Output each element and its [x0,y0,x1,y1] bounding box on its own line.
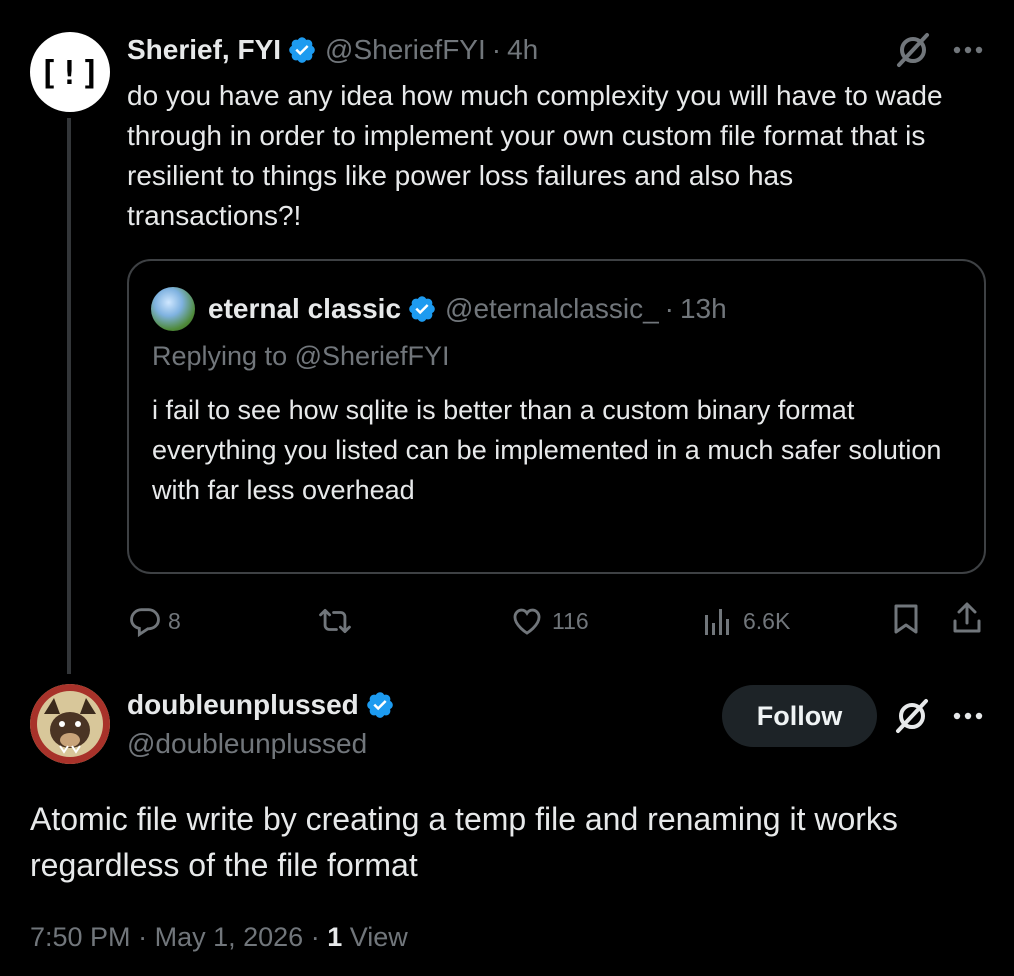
quote-text: i fail to see how sqlite is better than … [152,390,962,510]
tweet-meta: 7:50 PM · May 1, 2026 · 1 View [30,922,408,953]
reply-button[interactable]: 8 [128,603,181,639]
like-icon [510,604,544,638]
tweet-date[interactable]: May 1, 2026 [155,922,304,952]
bookmark-icon [892,603,920,640]
follow-button[interactable]: Follow [722,685,877,747]
views-icon [703,605,733,637]
like-count: 116 [552,607,589,634]
main-avatar[interactable] [30,684,110,764]
reply-icon [128,604,162,638]
verified-badge-icon [365,690,395,720]
thread-line [67,118,71,674]
quote-author-name[interactable]: eternal classic [208,293,401,325]
like-button[interactable]: 116 [510,603,589,639]
quote-header: eternal classic @eternalclassic_ · 13h [208,289,727,329]
main-author-row: doubleunplussed [127,686,403,724]
views-count: 6.6K [743,607,791,634]
parent-time[interactable]: 4h [507,34,538,66]
parent-separator: · [491,34,502,65]
tweet-time[interactable]: 7:50 PM [30,922,131,952]
grok-icon[interactable] [892,697,932,735]
parent-avatar-text: [!] [38,52,102,92]
view-label: View [349,922,408,952]
verified-badge-icon [407,294,437,324]
more-icon[interactable] [950,702,986,730]
quote-separator: · [664,293,674,324]
replying-to[interactable]: Replying to @SheriefFYI [152,341,450,372]
share-button[interactable] [949,601,985,639]
reply-count: 8 [168,607,181,634]
grok-icon[interactable] [893,32,933,68]
main-author-name[interactable]: doubleunplussed [127,689,359,721]
quote-avatar[interactable] [151,287,195,331]
meta-separator: · [138,922,148,952]
parent-tweet-text: do you have any idea how much complexity… [127,80,943,231]
quote-author-handle[interactable]: @eternalclassic_ [445,293,659,325]
parent-tweet-header: Sherief, FYI @SheriefFYI · 4h [127,30,538,70]
parent-author-handle[interactable]: @SheriefFYI [325,34,486,66]
quote-time[interactable]: 13h [680,293,727,325]
parent-author-name[interactable]: Sherief, FYI [127,34,281,66]
main-tweet-text: Atomic file write by creating a temp fil… [30,801,898,883]
quote-text-line: everything you listed can be implemented… [152,435,942,505]
views-button[interactable]: 6.6K [703,603,790,639]
meta-separator: · [310,922,320,952]
view-count: 1 [327,922,343,952]
quote-text-line: i fail to see how sqlite is better than … [152,395,855,425]
main-author-handle[interactable]: @doubleunplussed [127,728,367,760]
verified-badge-icon [287,35,317,65]
bookmark-button[interactable] [889,603,923,639]
share-icon [951,601,983,640]
more-icon[interactable] [950,36,986,64]
retweet-icon [316,604,354,638]
parent-avatar[interactable]: [!] [30,32,110,112]
retweet-button[interactable] [316,603,354,639]
